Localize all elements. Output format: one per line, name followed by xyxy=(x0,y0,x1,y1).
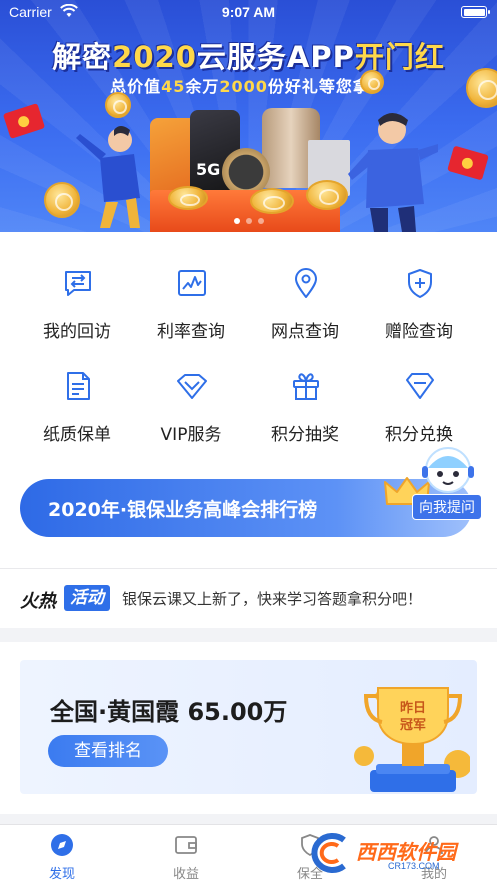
trophy-text-line1: 昨日 xyxy=(400,700,426,716)
grid-item-label: 网点查询 xyxy=(271,322,339,342)
grid-item-return-visit[interactable]: 我的回访 xyxy=(15,255,139,345)
news-tag-activity: 活动 xyxy=(64,585,110,611)
coin-icon xyxy=(168,186,208,210)
document-icon xyxy=(67,372,90,400)
exchange-diamond-icon xyxy=(406,373,434,399)
grid-item-label: 积分兑换 xyxy=(385,425,453,445)
coin-icon xyxy=(105,92,131,118)
grid-item-label: 积分抽奖 xyxy=(271,425,339,445)
watermark-subtext: CR173.COM xyxy=(388,861,440,871)
grid-item-paper-policy[interactable]: 纸质保单 xyxy=(15,358,139,448)
wallet-icon xyxy=(175,836,197,854)
view-ranking-button[interactable]: 查看排名 xyxy=(48,735,168,767)
news-message[interactable]: 银保云课又上新了，快来学习答题拿积分吧！ xyxy=(122,588,422,609)
champion-card: 全国·黄国霞 65.00万 查看排名 昨日 冠军 xyxy=(20,660,477,794)
pager-dot[interactable] xyxy=(233,218,240,224)
grid-item-branch-query[interactable]: 网点查询 xyxy=(243,255,367,345)
trophy-icon: 昨日 冠军 xyxy=(354,687,470,792)
grid-item-label: 纸质保单 xyxy=(43,425,111,445)
grid-item-label: 利率查询 xyxy=(157,322,225,342)
status-bar: Carrier 9:07 AM xyxy=(0,0,497,26)
champion-title: 全国·黄国霞 65.00万 xyxy=(50,698,288,726)
banner-pager[interactable] xyxy=(0,209,497,228)
ask-me-button[interactable]: 向我提问 xyxy=(412,494,482,520)
banner-subtitle: 总价值45余万2000份好礼等您拿！ xyxy=(110,77,387,96)
grid-item-label: 我的回访 xyxy=(43,322,111,342)
watermark-logo-icon xyxy=(311,833,346,873)
grid-item-label: 赠险查询 xyxy=(385,322,453,342)
section-divider xyxy=(0,628,497,642)
news-tag-hot: 火热 xyxy=(20,591,56,612)
pager-dot[interactable] xyxy=(245,218,252,224)
grid-item-label: VIP服务 xyxy=(160,425,222,445)
location-pin-icon xyxy=(295,268,317,298)
return-visit-icon xyxy=(65,271,91,296)
trophy-text-line2: 冠军 xyxy=(400,718,426,733)
tab-label: 发现 xyxy=(48,867,75,882)
site-watermark: 西西软件园 CR173.COM xyxy=(308,828,478,878)
compass-icon xyxy=(51,834,73,856)
banner-title: 解密2020云服务APP开门红 xyxy=(52,40,445,74)
tab-label: 收益 xyxy=(172,867,199,882)
grid-item-points-exchange[interactable]: 积分兑换 xyxy=(357,358,481,448)
gift-box-icon xyxy=(293,373,319,400)
coin-icon xyxy=(306,180,348,210)
grid-item-vip-service[interactable]: VIP服务 xyxy=(129,358,253,448)
grid-item-points-lottery[interactable]: 积分抽奖 xyxy=(243,358,367,448)
section-divider xyxy=(0,814,497,824)
grid-item-rate-query[interactable]: 利率查询 xyxy=(129,255,253,345)
shield-plus-icon xyxy=(408,269,432,298)
tab-earnings[interactable]: 收益 xyxy=(124,825,248,883)
coin-icon xyxy=(360,70,384,94)
clock: 9:07 AM xyxy=(221,4,276,20)
battery-icon xyxy=(461,6,490,18)
pager-dot[interactable] xyxy=(257,218,264,224)
news-ticker[interactable]: 火热 活动 银保云课又上新了，快来学习答题拿积分吧！ xyxy=(0,568,497,628)
rate-chart-icon xyxy=(178,270,206,296)
promo-banner[interactable]: Carrier 9:07 AM 解密2020云服务APP开门红 总价值45余万2… xyxy=(0,0,497,232)
tab-discover[interactable]: 发现 xyxy=(0,825,124,883)
grid-item-gift-insurance-query[interactable]: 赠险查询 xyxy=(357,255,481,345)
ranking-banner-text: 2020年·银保业务高峰会排行榜 xyxy=(48,499,318,521)
vip-diamond-icon xyxy=(177,374,207,399)
